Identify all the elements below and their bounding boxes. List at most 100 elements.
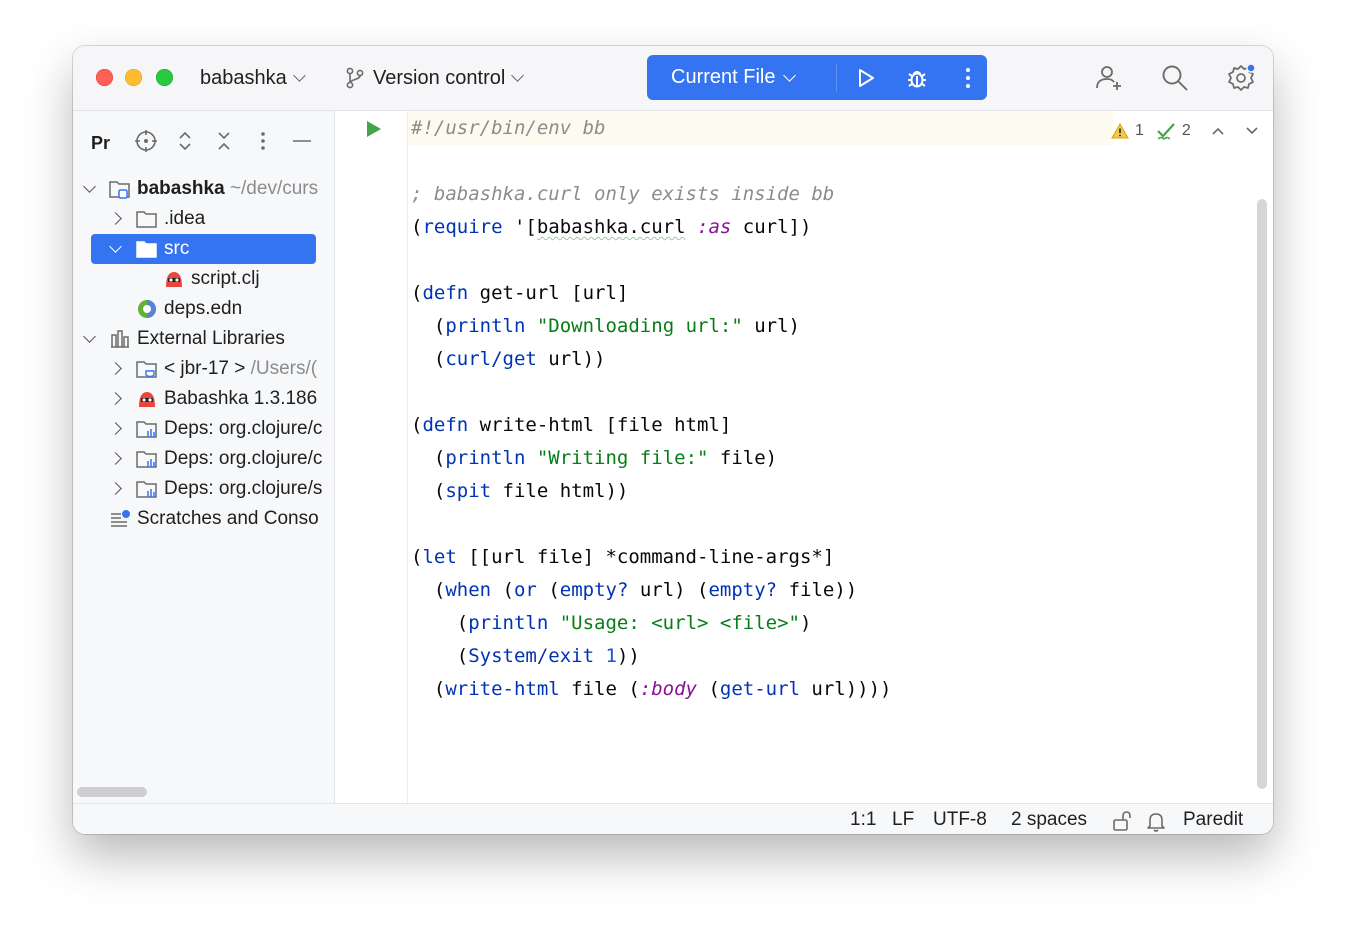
chevron-right-icon[interactable] [109,452,122,465]
chevron-right-icon[interactable] [109,212,122,225]
tree-item-idea[interactable]: .idea [73,204,334,234]
caret-position[interactable]: 1:1 [850,809,876,831]
editor-mode[interactable]: Paredit [1183,809,1243,831]
code-token: ( [411,414,423,436]
vertical-scrollbar[interactable] [1257,199,1267,789]
code-with-me-button[interactable] [1093,62,1125,94]
tree-item-deps-edn[interactable]: deps.edn [73,294,334,324]
tree-item-src[interactable]: src [91,234,316,264]
folder-icon [136,211,157,228]
code-token: println [445,447,526,469]
search-everywhere-button[interactable] [1159,62,1191,94]
module-folder-icon [109,181,130,199]
code-token: curl]) [731,216,812,238]
code-line: (println "Downloading url:" url) [411,310,800,343]
tree-item-label: Babashka 1.3.186 [164,388,318,409]
more-actions-button[interactable] [950,55,987,100]
project-options-button[interactable] [251,129,275,153]
code-token: ( [491,579,514,601]
code-token: :as [697,216,732,238]
expand-all-button[interactable] [173,129,197,153]
settings-button[interactable] [1225,62,1257,94]
tree-item-label: Deps: org.clojure/c [164,418,323,439]
minimize-window-button[interactable] [125,69,142,86]
editor-gutter [335,111,408,803]
zoom-window-button[interactable] [156,69,173,86]
library-folder-icon [136,451,157,468]
code-token: ( [411,546,423,568]
project-toolbar: Pr [73,111,334,171]
project-name: babashka [200,66,287,89]
vcs-widget[interactable]: Version control [345,64,525,92]
tree-item-deps[interactable]: Deps: org.clojure/s [73,474,334,504]
babashka-file-icon [166,272,182,287]
line-separator[interactable]: LF [892,809,914,831]
inspection-widget[interactable]: 1 2 [1111,117,1263,145]
code-token: or [513,579,537,601]
tree-item-deps[interactable]: Deps: org.clojure/c [73,414,334,444]
code-editor[interactable]: #!/usr/bin/env bb ; babashka.curl only e… [335,111,1273,803]
tree-item-scratches[interactable]: Scratches and Conso [73,504,334,534]
account-icon [1096,66,1121,90]
indent-setting[interactable]: 2 spaces [1011,809,1087,831]
run-configuration-selector[interactable]: Current File [647,66,812,89]
close-window-button[interactable] [96,69,113,86]
source-folder-icon [136,241,157,258]
chevron-right-icon[interactable] [109,422,122,435]
shebang: #!/usr/bin/env bb [411,117,606,139]
file-encoding[interactable]: UTF-8 [933,809,987,831]
code-token: require [422,216,503,238]
tree-item-babashka-lib[interactable]: Babashka 1.3.186 [73,384,334,414]
chevron-right-icon[interactable] [109,482,122,495]
chevron-down-icon [292,69,306,82]
chevron-up-icon[interactable] [1207,123,1229,139]
sdk-folder-icon [136,361,157,378]
project-view-title[interactable]: Pr [91,133,110,154]
chevron-right-icon[interactable] [109,362,122,375]
code-line: (println "Usage: <url> <file>") [411,607,812,640]
code-token: when [445,579,492,601]
code-token: '[ [502,216,537,238]
tree-item-label: Scratches and Conso [137,508,319,529]
scratches-icon [111,510,130,527]
tree-item-deps[interactable]: Deps: org.clojure/c [73,444,334,474]
branch-icon [346,67,364,89]
collapse-all-button[interactable] [212,129,236,153]
tree-item-label: babashka [137,178,225,199]
chevron-down-icon[interactable] [83,180,96,193]
code-token: 1 [605,645,617,667]
settings-icon [1228,63,1256,91]
chevron-down-icon[interactable] [83,330,96,343]
code-token: write-html [file html] [468,414,732,436]
debug-button[interactable] [899,55,936,100]
tree-item-babashka[interactable]: babashka ~/dev/curs [73,174,334,204]
code-token: ( [411,315,446,337]
code-token: )) [616,645,640,667]
locate-file-button[interactable] [134,129,158,153]
code-line: ; babashka.curl only exists inside bb [411,178,834,211]
tree-item-script-clj[interactable]: script.clj [73,264,334,294]
chevron-down-icon[interactable] [1241,123,1263,139]
tree-item-label: Deps: org.clojure/c [164,448,323,469]
chevron-down-icon[interactable] [109,240,122,253]
library-folder-icon [136,481,157,498]
lock-icon[interactable] [1111,810,1133,832]
chevron-right-icon[interactable] [109,392,122,405]
tree-item-external-libraries[interactable]: External Libraries [73,324,334,354]
horizontal-scrollbar[interactable] [77,787,147,797]
code-token: defn [422,282,469,304]
hide-panel-button[interactable] [290,129,314,153]
code-token: println [445,315,526,337]
run-button[interactable] [847,55,884,100]
tree-item-label: < jbr-17 > [164,358,246,379]
code-line: (defn write-html [file html] [411,409,731,442]
code-line: (spit file html)) [411,475,629,508]
tree-item-jbr[interactable]: < jbr-17 > /Users/( [73,354,334,384]
code-token: url) [742,315,800,337]
project-switcher[interactable]: babashka [200,64,306,92]
code-token: babashka.curl [536,216,686,238]
notifications-icon[interactable] [1145,810,1167,832]
run-gutter-icon[interactable] [363,118,385,140]
